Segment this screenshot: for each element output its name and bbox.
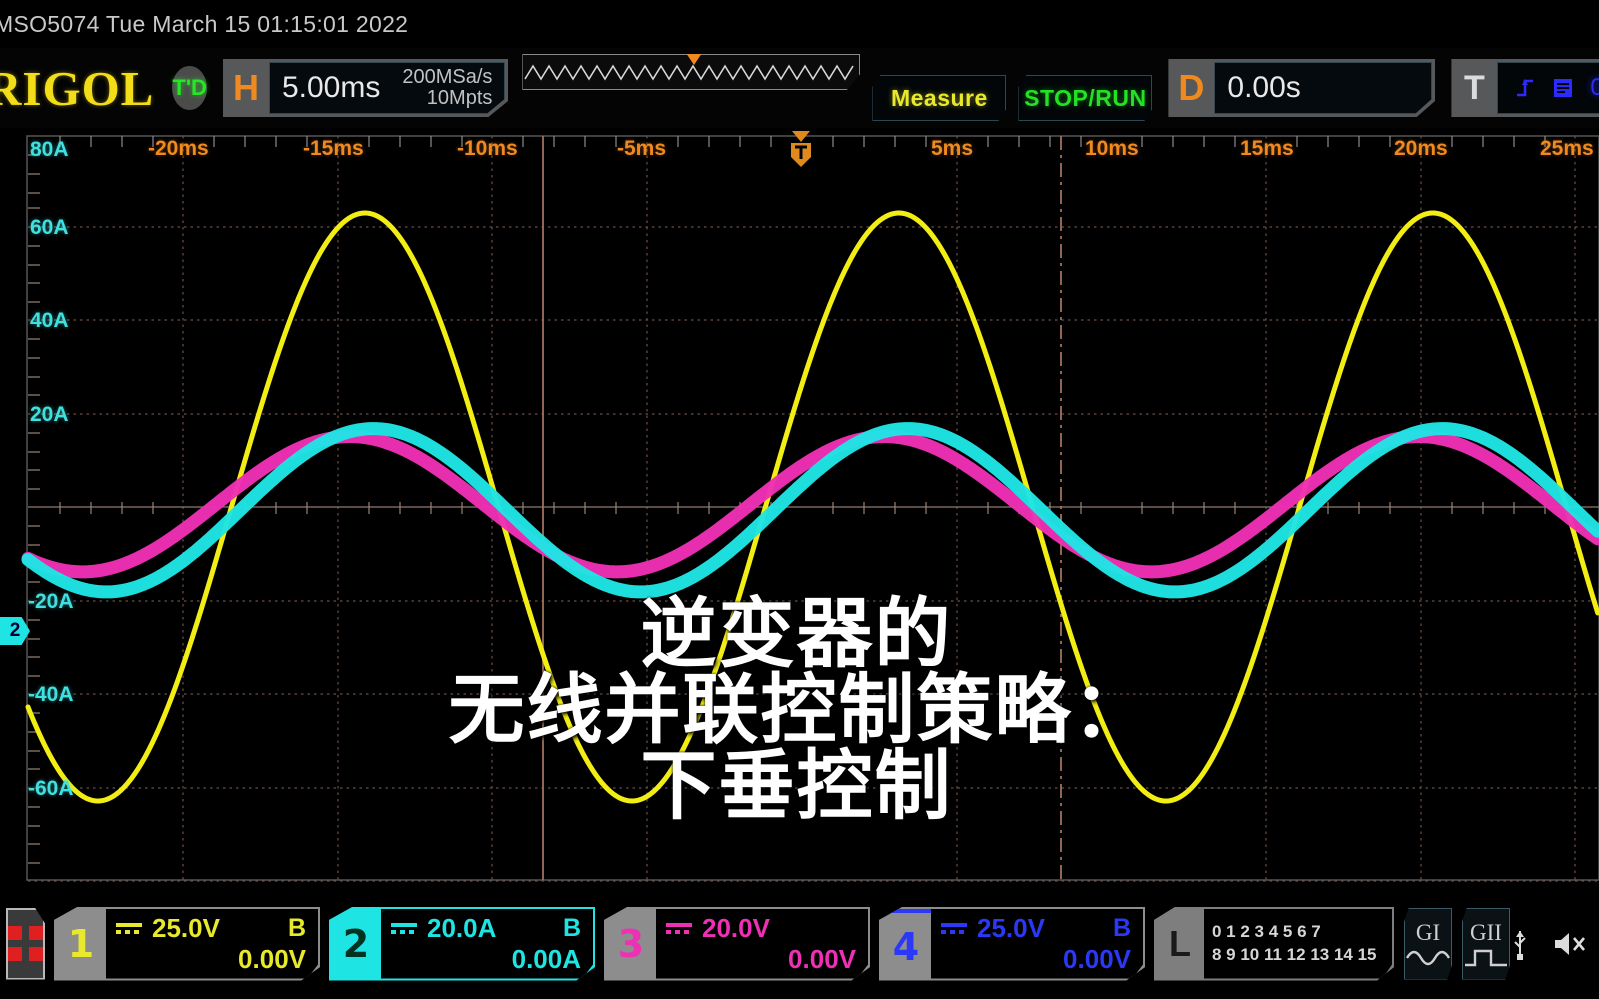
x-tick-label: 20ms (1394, 137, 1448, 160)
x-tick-label: -10ms (457, 137, 518, 160)
delay-value: 0.00s (1227, 71, 1301, 104)
channel-1-number: 1 (67, 921, 95, 966)
trigger-status-badge[interactable]: T'D (172, 66, 207, 110)
delay-letter: D (1178, 67, 1205, 108)
channel-4-button[interactable]: 4 25.0V B 0.00V (879, 906, 1145, 981)
la-row-2: 8 9 10 11 12 13 14 15 (1212, 945, 1377, 964)
trigger-group[interactable]: T 0.00V A (1451, 59, 1599, 117)
generator-1-label: GI (1415, 919, 1441, 945)
horizontal-letter: H (232, 67, 259, 108)
channel-3-offset: 0.00V (788, 943, 856, 974)
speaker-mute-icon[interactable] (1552, 929, 1592, 959)
channel-1-button[interactable]: 1 25.0V B 0.00V (54, 906, 320, 981)
channel-2-offset: 0.00A (511, 943, 581, 974)
channel-1-info: 25.0V B 0.00V (106, 908, 318, 979)
generator-2-button[interactable]: GII (1462, 907, 1510, 980)
trigger-position-indicator (686, 54, 703, 65)
x-tick-label: 15ms (1240, 137, 1294, 160)
x-tick-label: -15ms (303, 137, 364, 160)
toolbar: RIGOL T'D H 5.00ms 200MSa/s 10Mpts Measu… (0, 48, 1599, 128)
stop-run-button[interactable]: STOP/RUN (1018, 75, 1153, 121)
horizontal-timebase-group[interactable]: H 5.00ms 200MSa/s 10Mpts (222, 59, 509, 117)
y-tick-label: 80A (30, 138, 69, 161)
dc-coupling-icon (941, 922, 967, 934)
channel-1-bandwidth: B (287, 913, 306, 942)
y-tick-label: 60A (30, 216, 69, 239)
timebase-value: 5.00ms (281, 71, 381, 104)
channel-3-button[interactable]: 3 20.0V 0.00V (604, 906, 870, 981)
la-row-1: 0 1 2 3 4 5 6 7 (1212, 922, 1321, 941)
graticule (21, 135, 1599, 882)
delay-group[interactable]: D 0.00s (1168, 59, 1436, 117)
la-channel-map: 0 1 2 3 4 5 6 7 8 9 10 11 12 13 14 15 (1204, 908, 1392, 979)
generator-2-label: GII (1470, 919, 1502, 945)
waveform-overview-bar[interactable] (522, 54, 861, 90)
channel-4-scale: 25.0V (977, 912, 1045, 943)
bottom-bar: 1 25.0V B 0.00V 2 20.0A B 0.00A 3 20.0V (0, 888, 1599, 999)
channel-3-scale: 20.0V (702, 912, 770, 943)
waveform-display[interactable]: 80A 60A 40A 20A -20A -40A -60A -20ms -15… (0, 128, 1599, 888)
channel-4-bandwidth: B (1112, 913, 1131, 942)
x-tick-label: 10ms (1085, 137, 1139, 160)
channel-4-info: 25.0V B 0.00V (931, 908, 1143, 979)
channel-2-scale: 20.0A (427, 912, 497, 943)
dc-coupling-icon (116, 922, 142, 934)
channel-4-number: 4 (881, 908, 931, 979)
channel-2-button[interactable]: 2 20.0A B 0.00A (329, 906, 595, 981)
sample-rate-value: 200MSa/s (402, 66, 493, 88)
trigger-edge-icon (1517, 79, 1534, 97)
title-bar: MSO5074 Tue March 15 01:15:01 2022 (0, 0, 1599, 48)
square-wave-icon (1465, 949, 1507, 966)
channel-3-number: 3 (617, 921, 645, 966)
la-label: L (1169, 922, 1191, 964)
trigger-field[interactable]: 0.00V A (1497, 62, 1599, 114)
logic-analyzer-button[interactable]: L 0 1 2 3 4 5 6 7 8 9 10 11 12 13 14 15 (1154, 906, 1394, 981)
trigger-letter: T (1464, 68, 1485, 107)
channel-2-bandwidth: B (562, 913, 581, 942)
display-grid-button[interactable] (6, 907, 45, 980)
channel-3-info: 20.0V 0.00V (656, 908, 868, 979)
rigol-logo: RIGOL (0, 60, 155, 116)
sample-info: 200MSa/s 10Mpts (402, 67, 492, 109)
delay-field[interactable]: 0.00s (1214, 62, 1433, 114)
timebase-field[interactable]: 5.00ms 200MSa/s 10Mpts (268, 62, 506, 114)
y-tick-label: 20A (30, 403, 69, 426)
trigger-level-value: 0.00V (1590, 74, 1599, 101)
trigger-coupling-icon (1554, 79, 1573, 97)
channel-1-offset: 0.00V (238, 943, 306, 974)
channel-1-scale: 25.0V (152, 912, 220, 943)
mem-depth-value: 10Mpts (426, 87, 493, 109)
dc-coupling-icon (391, 922, 417, 934)
x-tick-label: -20ms (148, 137, 209, 160)
x-tick-label: 25ms (1540, 137, 1594, 160)
measure-button[interactable]: Measure (872, 75, 1007, 121)
y-tick-label: 40A (30, 309, 69, 332)
model-datetime-text: MSO5074 Tue March 15 01:15:01 2022 (0, 10, 409, 37)
status-area: 01:14 (1510, 927, 1599, 961)
y-tick-label: -60A (28, 777, 74, 800)
channel-2-number: 2 (342, 921, 370, 966)
x-tick-label: 5ms (931, 137, 974, 160)
grid-dots-icon (8, 926, 43, 961)
trigger-position-marker[interactable] (786, 129, 816, 169)
y-tick-label: -40A (28, 683, 74, 706)
x-tick-label: -5ms (617, 137, 667, 160)
usb-icon[interactable] (1510, 927, 1530, 961)
y-tick-label: -20A (28, 590, 74, 613)
channel-4-offset: 0.00V (1063, 943, 1131, 974)
generator-1-button[interactable]: GI (1404, 907, 1452, 980)
dc-coupling-icon (666, 922, 692, 934)
channel-2-info: 20.0A B 0.00A (381, 908, 593, 979)
sine-wave-icon (1405, 950, 1451, 965)
